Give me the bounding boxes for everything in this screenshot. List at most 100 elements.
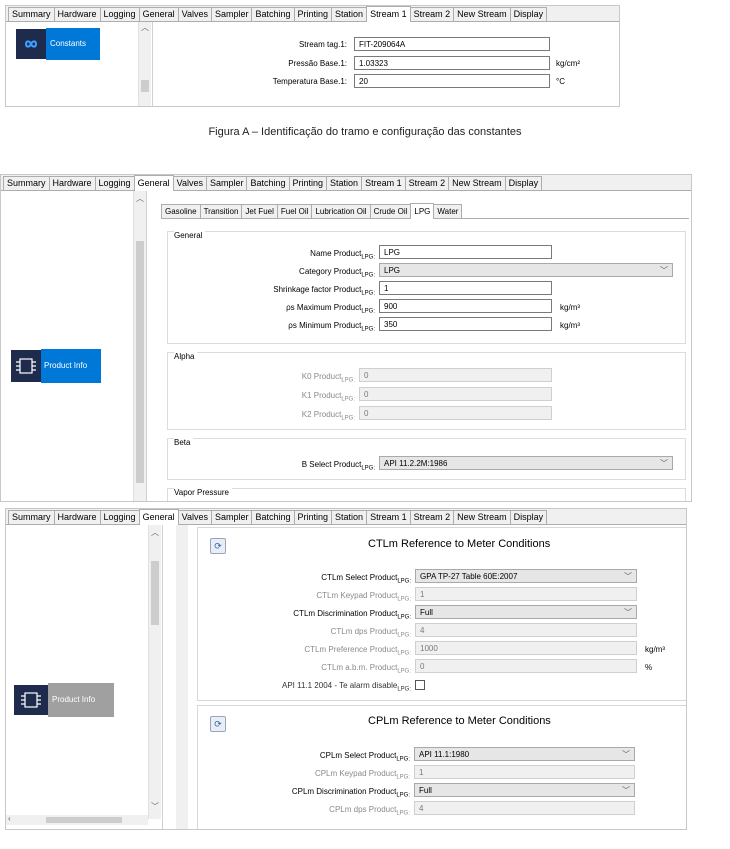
tab-stream-2[interactable]: Stream 2: [409, 510, 455, 524]
product-tab-lpg[interactable]: LPG: [410, 203, 435, 219]
tab-printing[interactable]: Printing: [288, 176, 328, 190]
ctl-select[interactable]: GPA TP-27 Table 60E:2007 ﹀: [415, 569, 637, 583]
tab-valves[interactable]: Valves: [177, 7, 212, 21]
tab-station[interactable]: Station: [331, 7, 368, 21]
ctl-reference-field: 1000: [415, 641, 637, 655]
pressure-base-field[interactable]: 1.03323: [354, 56, 550, 70]
k2-label: K2 ProductLPG:: [302, 410, 355, 422]
tab-display[interactable]: Display: [504, 176, 543, 190]
main-tab-bar: Summary Hardware Logging General Valves Sampl…: [1, 175, 691, 191]
panel-c-ctl-cpl: Summary Hardware Logging General Valves Sampl…: [5, 508, 687, 830]
tab-sampler[interactable]: Sampler: [205, 176, 248, 190]
circuit-board-icon: [14, 685, 48, 715]
tab-new-stream[interactable]: New Stream: [453, 7, 511, 21]
tab-stream-1[interactable]: Stream 1: [361, 176, 406, 190]
product-tab-transition[interactable]: Transition: [199, 204, 243, 218]
name-product-subscript: LPG:: [361, 254, 375, 261]
tab-valves[interactable]: Valves: [172, 176, 207, 190]
tab-summary[interactable]: Summary: [8, 7, 55, 21]
tab-logging[interactable]: Logging: [94, 176, 135, 190]
cpl-discrimination-select[interactable]: Full ﹀: [414, 783, 635, 797]
h-scroll-thumb[interactable]: [46, 817, 122, 823]
tab-logging[interactable]: Logging: [99, 510, 140, 524]
te-alarm-label-text: API 11.1 2004 - Te alarm disable: [281, 681, 398, 690]
horizontal-scrollbar[interactable]: ‹: [6, 814, 148, 825]
shrinkage-field[interactable]: 1: [379, 281, 552, 295]
scroll-thumb[interactable]: [151, 561, 159, 625]
tab-batching[interactable]: Batching: [246, 176, 290, 190]
tab-general[interactable]: General: [138, 509, 179, 525]
k2-field: 0: [359, 406, 552, 420]
temperature-base-field[interactable]: 20: [354, 74, 550, 88]
tab-display[interactable]: Display: [509, 510, 548, 524]
ctl-section-title: CTLm Reference to Meter Conditions: [368, 538, 551, 550]
scroll-up-icon[interactable]: ︿: [139, 22, 151, 33]
beta-select[interactable]: API 11.2.2M:1986 ﹀: [379, 456, 673, 470]
scroll-down-icon[interactable]: ﹀: [149, 801, 161, 812]
product-tab-lubrication-oil[interactable]: Lubrication Oil: [311, 204, 371, 218]
cpl-keypad-label-text: CPLm Keypad Product: [314, 769, 397, 778]
tab-stream-1[interactable]: Stream 1: [366, 510, 411, 524]
tab-hardware[interactable]: Hardware: [53, 510, 101, 524]
min-density-subscript: LPG:: [361, 326, 375, 333]
main-tab-bar: Summary Hardware Logging General Valves Sampl…: [6, 509, 686, 525]
tab-printing[interactable]: Printing: [293, 510, 333, 524]
category-product-select[interactable]: LPG ﹀: [379, 263, 673, 277]
tab-batching[interactable]: Batching: [251, 510, 295, 524]
nav-item-constants[interactable]: Constants: [16, 28, 100, 60]
tab-stream-2[interactable]: Stream 2: [409, 7, 455, 21]
tab-hardware[interactable]: Hardware: [53, 7, 101, 21]
tab-summary[interactable]: Summary: [8, 510, 55, 524]
nav-item-product-info[interactable]: Product Info: [14, 683, 114, 717]
sidebar-scrollbar[interactable]: ︿: [138, 22, 151, 106]
scroll-up-icon[interactable]: ︿: [149, 527, 161, 538]
scroll-left-icon[interactable]: ‹: [8, 814, 11, 823]
shrinkage-label: Shrinkage factor ProductLPG:: [273, 285, 375, 297]
stream-tag-field[interactable]: FIT-209064A: [354, 37, 550, 51]
te-alarm-checkbox[interactable]: [415, 680, 425, 690]
product-tab-jet-fuel[interactable]: Jet Fuel: [241, 204, 278, 218]
k2-subscript: LPG:: [341, 415, 355, 422]
scroll-thumb[interactable]: [141, 80, 149, 92]
tab-stream-2[interactable]: Stream 2: [404, 176, 450, 190]
product-tab-bar: Gasoline Transition Jet Fuel Fuel Oil Lubric…: [161, 203, 689, 219]
tab-stream-1[interactable]: Stream 1: [366, 6, 411, 22]
tab-printing[interactable]: Printing: [293, 7, 333, 21]
refresh-icon[interactable]: ⟳: [210, 716, 226, 732]
nav-item-product-info[interactable]: Product Info: [11, 349, 101, 383]
tab-station[interactable]: Station: [331, 510, 368, 524]
tab-new-stream[interactable]: New Stream: [453, 510, 511, 524]
tab-new-stream[interactable]: New Stream: [448, 176, 506, 190]
sidebar-scrollbar[interactable]: ︿: [133, 191, 146, 501]
tab-hardware[interactable]: Hardware: [48, 176, 96, 190]
product-tab-gasoline[interactable]: Gasoline: [161, 204, 201, 218]
scroll-up-icon[interactable]: ︿: [134, 193, 146, 204]
ctl-discrimination-value: Full: [420, 608, 433, 617]
tab-sampler[interactable]: Sampler: [210, 510, 253, 524]
ctl-discrimination-select[interactable]: Full ﹀: [415, 605, 637, 619]
scroll-thumb[interactable]: [136, 241, 144, 483]
tab-logging[interactable]: Logging: [99, 7, 140, 21]
tab-general[interactable]: General: [133, 175, 174, 191]
min-density-field[interactable]: 350: [379, 317, 552, 331]
tab-valves[interactable]: Valves: [177, 510, 212, 524]
ctl-keypad-label: CTLm Keypad ProductLPG:: [316, 591, 411, 603]
tab-station[interactable]: Station: [326, 176, 363, 190]
name-product-field[interactable]: LPG: [379, 245, 552, 259]
sidebar-scrollbar[interactable]: ︿ ﹀: [148, 525, 161, 819]
shrinkage-subscript: LPG:: [361, 290, 375, 297]
tab-general[interactable]: General: [138, 7, 179, 21]
circuit-board-icon: [11, 350, 41, 382]
max-density-field[interactable]: 900: [379, 299, 552, 313]
cpl-select[interactable]: API 11.1:1980 ﹀: [414, 747, 635, 761]
product-tab-fuel-oil[interactable]: Fuel Oil: [276, 204, 313, 218]
product-tab-water[interactable]: Water: [433, 204, 463, 218]
product-tab-crude-oil[interactable]: Crude Oil: [369, 204, 412, 218]
tab-batching[interactable]: Batching: [251, 7, 295, 21]
tab-display[interactable]: Display: [509, 7, 548, 21]
tab-sampler[interactable]: Sampler: [210, 7, 253, 21]
refresh-icon[interactable]: ⟳: [210, 538, 226, 554]
infinity-icon: [16, 29, 46, 59]
tab-summary[interactable]: Summary: [3, 176, 50, 190]
category-product-subscript: LPG:: [361, 272, 375, 279]
